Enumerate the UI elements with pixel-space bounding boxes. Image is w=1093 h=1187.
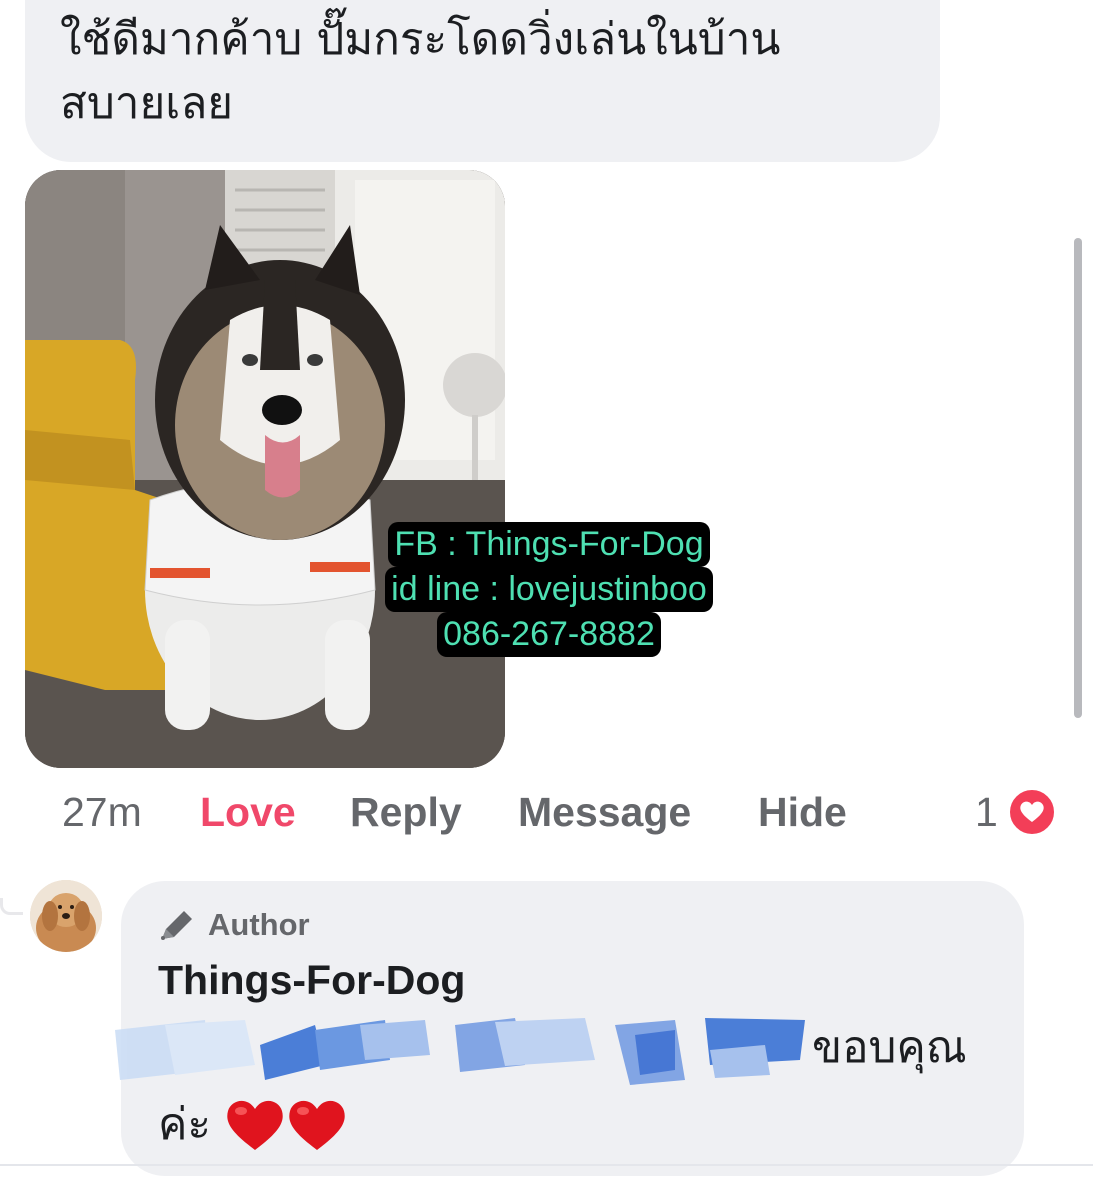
comment-timestamp[interactable]: 27m	[62, 785, 142, 839]
heart-reaction-icon[interactable]	[1008, 788, 1056, 836]
reaction-count[interactable]: 1	[975, 785, 998, 839]
love-button[interactable]: Love	[200, 785, 296, 839]
author-badge: Author	[158, 903, 310, 947]
heart-emoji-icon	[227, 1100, 283, 1150]
hide-button[interactable]: Hide	[758, 785, 847, 839]
reply-author-name[interactable]: Things-For-Dog	[158, 953, 465, 1007]
reply-text-line-1: ขอบคุณ	[812, 1022, 967, 1073]
reply-text-line-2: ค่ะ	[158, 1092, 349, 1156]
golden-retriever-avatar	[30, 880, 102, 952]
heart-emoji-icon	[289, 1100, 345, 1150]
author-badge-label: Author	[208, 907, 310, 942]
divider	[0, 1164, 1093, 1166]
avatar[interactable]	[30, 880, 102, 952]
reply-button[interactable]: Reply	[350, 785, 462, 839]
pencil-icon	[161, 911, 192, 940]
comment-text: ใช้ดีมากค้าบ ปั๊มกระโดดวิ่งเล่นในบ้าน สบ…	[60, 8, 920, 136]
photo-watermark: FB : Things-For-Dog id line : lovejustin…	[359, 522, 739, 657]
heart-emojis	[225, 1096, 349, 1152]
comment-actions: 27m Love Reply Message Hide 1	[0, 785, 1093, 839]
watermark-line-3: 086-267-8882	[437, 612, 661, 657]
comment-photo[interactable]	[25, 170, 505, 768]
watermark-line-2: id line : lovejustinboo	[385, 567, 713, 612]
reply-text-line-2-text: ค่ะ	[158, 1099, 212, 1150]
message-button[interactable]: Message	[518, 785, 691, 839]
scrollbar[interactable]	[1074, 238, 1082, 718]
heart-icon	[1020, 801, 1044, 822]
comment-text-line-2: สบายเลย	[60, 78, 234, 129]
dog-photo-illustration	[25, 170, 505, 768]
censored-mention	[115, 1018, 805, 1085]
thread-connector	[0, 898, 23, 915]
comment-text-line-1: ใช้ดีมากค้าบ ปั๊มกระโดดวิ่งเล่นในบ้าน	[60, 14, 781, 65]
watermark-line-1: FB : Things-For-Dog	[388, 522, 710, 567]
